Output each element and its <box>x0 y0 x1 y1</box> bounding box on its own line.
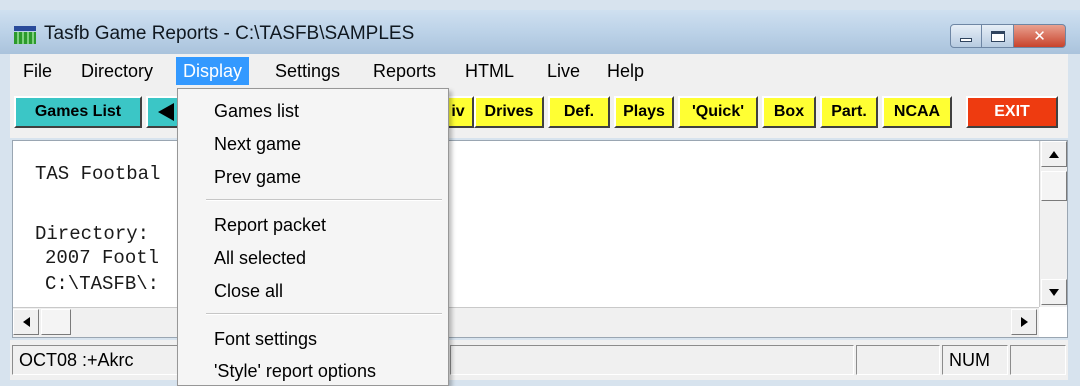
title-bar[interactable]: Tasfb Game Reports - C:\TASFB\SAMPLES ✕ <box>0 10 1080 54</box>
minimize-icon <box>960 38 972 42</box>
console-line: C:\TASFB\: <box>45 273 160 295</box>
menu-item-prev-game[interactable]: Prev game <box>214 163 301 191</box>
scroll-left-button[interactable] <box>13 309 39 335</box>
menu-file[interactable]: File <box>16 57 59 85</box>
menu-live[interactable]: Live <box>540 57 587 85</box>
menu-bar: File Directory Display Settings Reports … <box>10 54 1068 88</box>
toolbar: Games List iv Drives Def. Plays 'Quick' … <box>10 88 1068 138</box>
status-bar: OCT08 :+Akrc NUM <box>10 340 1068 380</box>
status-panel <box>856 345 940 375</box>
scroll-down-button[interactable] <box>1041 279 1067 305</box>
close-button[interactable]: ✕ <box>1014 24 1066 48</box>
window-title: Tasfb Game Reports - C:\TASFB\SAMPLES <box>44 23 415 44</box>
horizontal-scrollbar[interactable] <box>13 307 1039 337</box>
menu-item-close-all[interactable]: Close all <box>214 277 283 305</box>
exit-button[interactable]: EXIT <box>966 96 1058 128</box>
maximize-icon <box>990 30 1005 42</box>
menu-display[interactable]: Display <box>176 57 250 85</box>
menu-reports[interactable]: Reports <box>366 57 443 85</box>
vertical-scroll-thumb[interactable] <box>1041 171 1067 201</box>
arrow-left-icon <box>22 317 30 327</box>
maximize-button[interactable] <box>982 24 1014 48</box>
menu-settings[interactable]: Settings <box>268 57 347 85</box>
drives-button[interactable]: Drives <box>474 96 544 128</box>
games-list-button[interactable]: Games List <box>14 96 142 128</box>
console-line: TAS Footbal <box>35 163 161 185</box>
report-text-area[interactable]: TAS Footbal Directory: 2007 Footl C:\TAS… <box>12 140 1068 338</box>
arrow-up-icon <box>1049 150 1059 158</box>
menu-item-style-report-options[interactable]: 'Style' report options <box>214 357 376 385</box>
status-panel <box>450 345 854 375</box>
arrow-right-icon <box>1020 317 1028 327</box>
vertical-scrollbar[interactable] <box>1039 141 1067 307</box>
box-button[interactable]: Box <box>762 96 816 128</box>
menu-separator <box>206 313 442 315</box>
quick-button[interactable]: 'Quick' <box>678 96 758 128</box>
left-triangle-icon <box>158 103 174 121</box>
status-game-panel: OCT08 :+Akrc <box>12 345 182 375</box>
plays-button[interactable]: Plays <box>614 96 674 128</box>
minimize-button[interactable] <box>950 24 982 48</box>
menu-item-all-selected[interactable]: All selected <box>214 244 306 272</box>
console-line: Directory: <box>35 223 150 245</box>
menu-directory[interactable]: Directory <box>74 57 160 85</box>
menu-item-games-list[interactable]: Games list <box>214 97 299 125</box>
app-icon[interactable] <box>14 26 36 44</box>
arrow-down-icon <box>1049 288 1059 296</box>
scroll-up-button[interactable] <box>1041 141 1067 167</box>
menu-html[interactable]: HTML <box>458 57 521 85</box>
menu-help[interactable]: Help <box>600 57 651 85</box>
horizontal-scroll-thumb[interactable] <box>41 309 71 335</box>
close-icon: ✕ <box>1033 27 1046 45</box>
menu-separator <box>206 199 442 201</box>
scroll-right-button[interactable] <box>1011 309 1037 335</box>
menu-item-next-game[interactable]: Next game <box>214 130 301 158</box>
window-controls: ✕ <box>950 24 1066 50</box>
part-button[interactable]: Part. <box>820 96 878 128</box>
app-window: Tasfb Game Reports - C:\TASFB\SAMPLES ✕ … <box>0 0 1080 386</box>
status-panel <box>1010 345 1066 375</box>
console-line: 2007 Footl <box>45 247 160 269</box>
ncaa-button[interactable]: NCAA <box>882 96 952 128</box>
menu-item-font-settings[interactable]: Font settings <box>214 325 317 353</box>
num-lock-indicator: NUM <box>942 345 1008 375</box>
display-menu-dropdown: Games list Next game Prev game Report pa… <box>177 88 449 386</box>
def-button[interactable]: Def. <box>548 96 610 128</box>
menu-item-report-packet[interactable]: Report packet <box>214 211 326 239</box>
